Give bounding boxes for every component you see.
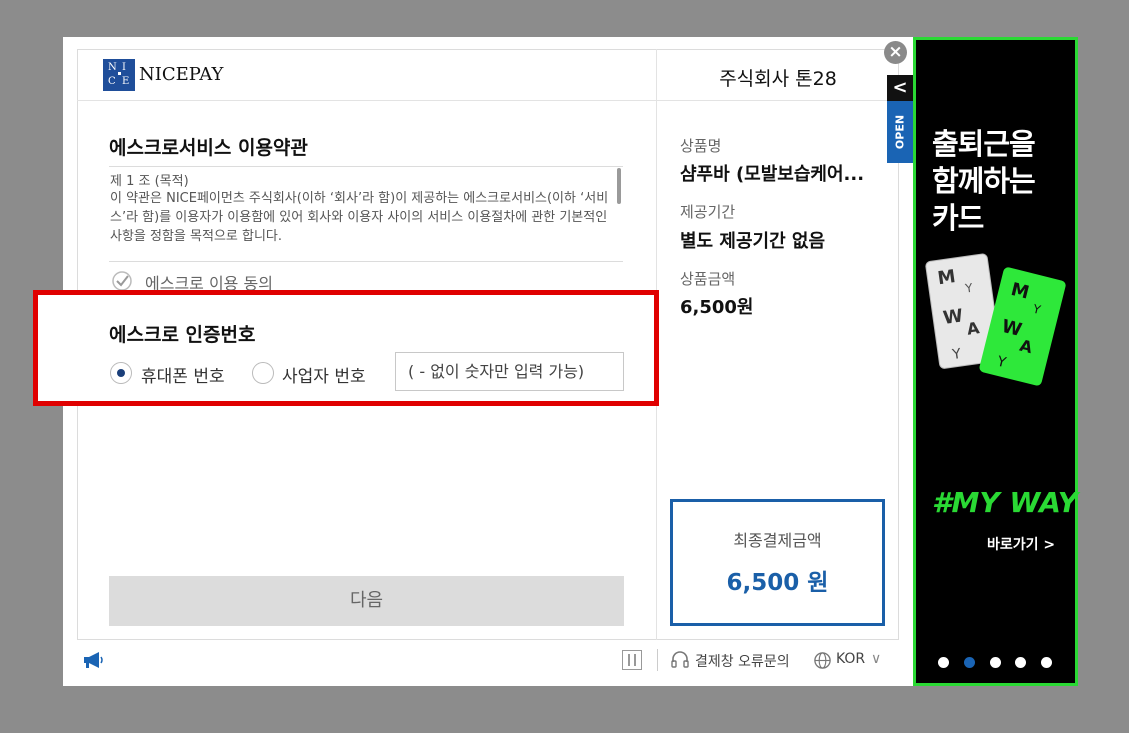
globe-icon[interactable]: [813, 651, 832, 670]
carousel-dot[interactable]: [964, 657, 975, 668]
radio-business[interactable]: [252, 362, 274, 384]
certification-title: 에스크로 인증번호: [109, 324, 256, 346]
ad-go-link[interactable]: 바로가기 >: [987, 534, 1055, 554]
terms-article-heading: 제 1 조 (목적): [110, 174, 189, 189]
logo-letter: N: [108, 62, 117, 73]
carousel-dot[interactable]: [1041, 657, 1052, 668]
certification-number-input[interactable]: [395, 352, 624, 391]
carousel-dot[interactable]: [990, 657, 1001, 668]
layout-icon[interactable]: [622, 650, 642, 670]
headset-icon[interactable]: [670, 650, 690, 670]
carousel-dot[interactable]: [1015, 657, 1026, 668]
total-amount-value: 6,500 원: [726, 570, 829, 596]
terms-scrollbar[interactable]: [617, 168, 621, 204]
radio-business-label[interactable]: 사업자 번호: [282, 362, 366, 387]
ad-card-letter: W: [942, 305, 965, 329]
ad-card-letter: M: [936, 266, 957, 289]
layout-icon-bar: [628, 654, 630, 666]
chevron-down-icon[interactable]: ∨: [871, 651, 881, 667]
nicepay-logo-icon: N I C E: [103, 59, 135, 91]
carousel-dot[interactable]: [938, 657, 949, 668]
ad-slogan: #MY WAY: [932, 486, 1078, 519]
radio-selected-dot: [117, 369, 125, 377]
total-amount-label: 최종결제금액: [733, 531, 822, 550]
next-button[interactable]: 다음: [109, 576, 624, 626]
ad-headline-line: 함께하는: [932, 164, 1036, 198]
logo-letter: E: [122, 76, 130, 87]
check-circle-icon[interactable]: [111, 270, 133, 292]
ad-headline[interactable]: 출퇴근을 함께하는 카드: [932, 126, 1072, 237]
header-divider: [77, 100, 899, 101]
logo-text: NICEPAY: [139, 64, 224, 85]
period-label: 제공기간: [680, 203, 736, 221]
megaphone-icon[interactable]: [82, 651, 104, 669]
open-tab-label[interactable]: OPEN: [887, 101, 913, 163]
amount-label: 상품금액: [680, 270, 736, 288]
ad-card-image: M Y W A Y M Y W A Y: [925, 253, 1066, 386]
logo-letter: C: [108, 76, 116, 87]
footer-separator: [657, 649, 658, 671]
terms-text: 이 약관은 NICE페이먼츠 주식회사(이하 ‘회사’라 함)이 제공하는 에스…: [110, 191, 609, 244]
ad-headline-line: 출퇴근을: [932, 127, 1036, 161]
close-button[interactable]: ×: [884, 41, 907, 64]
period-value: 별도 제공기간 없음: [680, 231, 826, 252]
logo-letter: I: [122, 62, 126, 73]
ad-headline-line: 카드: [932, 201, 984, 235]
terms-title: 에스크로서비스 이용약관: [109, 137, 308, 159]
language-select[interactable]: KOR: [836, 651, 865, 667]
chevron-left-icon[interactable]: <: [887, 75, 913, 101]
amount-value: 6,500원: [680, 297, 754, 318]
merchant-name: 주식회사 톤28: [719, 68, 837, 90]
product-name-value: 샴푸바 (모발보습케어...: [680, 164, 865, 185]
radio-phone-label[interactable]: 휴대폰 번호: [141, 362, 225, 387]
product-name-label: 상품명: [680, 137, 722, 155]
error-inquiry-link[interactable]: 결제창 오류문의: [695, 651, 790, 671]
layout-icon-bar: [634, 654, 636, 666]
